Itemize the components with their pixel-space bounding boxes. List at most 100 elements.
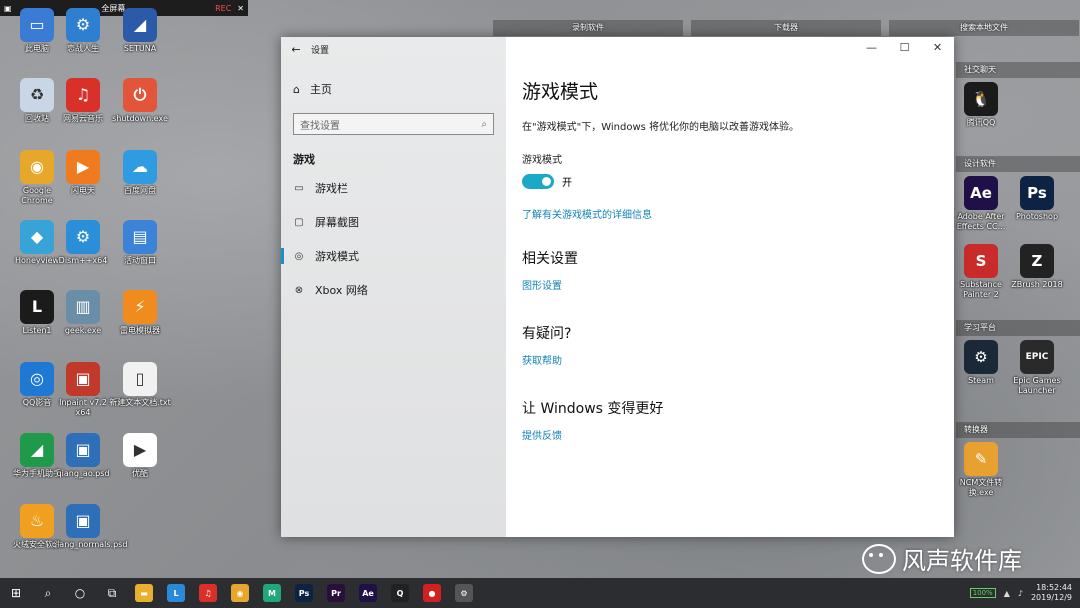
desktop-shortcut[interactable]: ▯ 新建文本文档.txt xyxy=(109,362,171,408)
taskbar-app[interactable]: Pr xyxy=(320,578,352,608)
recorder-rec-indicator[interactable]: REC xyxy=(215,4,231,13)
fence-header[interactable]: 转换器 xyxy=(956,422,1080,438)
home-nav[interactable]: ⌂ 主页 xyxy=(281,75,506,103)
taskbar-app[interactable]: M xyxy=(256,578,288,608)
recorder-close-icon[interactable]: ✕ xyxy=(237,4,244,13)
desktop-shortcut[interactable]: ▶ 优酷 xyxy=(109,433,171,479)
desktop-shortcut[interactable]: ⚙ 恋战人生 xyxy=(52,8,114,54)
taskbar-app[interactable]: Ps xyxy=(288,578,320,608)
search-input[interactable]: 查找设置 ⌕ xyxy=(293,113,494,135)
section-heading: 游戏 xyxy=(293,153,315,166)
recycle-bin-icon: ♻ xyxy=(20,78,54,112)
clock-app-icon: L xyxy=(167,584,185,602)
battery-icon[interactable]: 100% xyxy=(969,588,996,598)
clock[interactable]: 18:52:44 2019/12/9 xyxy=(1031,583,1072,603)
back-arrow-icon[interactable]: ← xyxy=(281,43,311,56)
nav-xbox-network[interactable]: ⊗ Xbox 网络 xyxy=(281,273,506,307)
settings-window: ← 设置 ⌂ 主页 查找设置 ⌕ 游戏 ▭ 游戏栏 ▢ 屏幕截图 ◎ 游戏模式 … xyxy=(281,37,954,537)
huawei-icon: ◢ xyxy=(20,433,54,467)
fence-shortcut[interactable]: S Substance Painter 2 xyxy=(950,244,1012,300)
qq-player-icon: ◎ xyxy=(20,362,54,396)
chrome-icon: ◉ xyxy=(20,150,54,184)
home-icon: ⌂ xyxy=(293,82,300,96)
taskbar-app[interactable]: ◉ xyxy=(224,578,256,608)
learn-more-link[interactable]: 了解有关游戏模式的详细信息 xyxy=(522,206,652,221)
shortcut-label: 新建文本文档.txt xyxy=(109,398,171,407)
trash-can-icon: ▥ xyxy=(66,290,100,324)
nav-label: 屏幕截图 xyxy=(315,216,359,229)
desktop-shortcut[interactable]: ▣ qiang_ao.psd xyxy=(52,433,114,479)
desktop-shortcut[interactable]: ◢ SETUNA xyxy=(109,8,171,54)
fence-header[interactable]: 录制软件 xyxy=(493,20,683,36)
fence-shortcut[interactable]: ✎ NCM文件转换.exe xyxy=(950,442,1012,498)
desktop-shortcut[interactable]: ▣ qiang_normals.psd xyxy=(52,504,127,550)
shortcut-label: NCM文件转换.exe xyxy=(959,478,1003,497)
desktop-shortcut[interactable]: ⚡ 雷电模拟器 xyxy=(109,290,171,336)
graphics-settings-link[interactable]: 图形设置 xyxy=(522,277,562,292)
nav-game-mode[interactable]: ◎ 游戏模式 xyxy=(281,239,506,273)
desktop-shortcut[interactable]: ⏻ shutdown.exe xyxy=(109,78,171,124)
fence-shortcut[interactable]: ⚙ Steam xyxy=(950,340,1012,386)
start-button[interactable]: ⊞ xyxy=(0,578,32,608)
huorong-icon: ♨ xyxy=(20,504,54,538)
taskbar-app[interactable]: Q xyxy=(384,578,416,608)
desktop-shortcut[interactable]: ▶ 闪电天 xyxy=(52,150,114,196)
taskbar-app[interactable]: ⚙ xyxy=(448,578,480,608)
taskbar-app[interactable]: Ae xyxy=(352,578,384,608)
network-icon[interactable]: ▲ xyxy=(1004,589,1010,598)
desktop-shortcut[interactable]: ⚙ Dism++x64 xyxy=(52,220,114,266)
minimize-icon[interactable]: — xyxy=(855,37,888,59)
file-explorer-icon: ▬ xyxy=(135,584,153,602)
desktop-shortcut[interactable]: ☁ 百度网盘 xyxy=(109,150,171,196)
nav-game-bar[interactable]: ▭ 游戏栏 xyxy=(281,171,506,205)
shutdown-icon: ⏻ xyxy=(123,78,157,112)
listen1-icon: L xyxy=(20,290,54,324)
fence-header[interactable]: 学习平台 xyxy=(956,320,1080,336)
search-icon[interactable]: ⌕ xyxy=(481,119,487,130)
home-label: 主页 xyxy=(309,83,332,96)
honeyview-icon: ◆ xyxy=(20,220,54,254)
taskbar-app[interactable]: ● xyxy=(416,578,448,608)
close-icon[interactable]: ✕ xyxy=(921,37,954,59)
shortcut-label: 恋战人生 xyxy=(67,44,99,53)
fence-header[interactable]: 设计软件 xyxy=(956,156,1080,172)
shortcut-label: Epic Games Launcher xyxy=(1013,376,1061,395)
youku-icon: ▶ xyxy=(123,433,157,467)
get-help-link[interactable]: 获取帮助 xyxy=(522,352,562,367)
task-view-icon[interactable]: ⧉ xyxy=(96,578,128,608)
fence-shortcut[interactable]: Ae Adobe After Effects CC... xyxy=(950,176,1012,232)
search-icon[interactable]: ⌕ xyxy=(32,578,64,608)
maximize-icon[interactable]: ☐ xyxy=(888,37,921,59)
fence-header[interactable]: 社交聊天 xyxy=(956,62,1080,78)
taskbar-app[interactable]: ▬ xyxy=(128,578,160,608)
desktop-shortcut[interactable]: ▥ geek.exe xyxy=(52,290,114,336)
taskbar-app[interactable]: L xyxy=(160,578,192,608)
desktop-shortcut[interactable]: ♫ 网易云音乐 xyxy=(52,78,114,124)
desktop-shortcut[interactable]: ▣ Inpaint v7.2 x64 xyxy=(52,362,114,418)
nav-label: 游戏模式 xyxy=(315,250,359,263)
fence-shortcut[interactable]: Ps Photoshop xyxy=(1006,176,1068,222)
fence-shortcut[interactable]: 🐧 腾讯QQ xyxy=(950,82,1012,128)
question-heading: 有疑问? xyxy=(522,326,572,342)
volume-icon[interactable]: ♪ xyxy=(1018,589,1023,598)
watermark: 风声软件库 xyxy=(862,541,1022,576)
watermark-text: 风声软件库 xyxy=(902,547,1022,575)
fence-shortcut[interactable]: EPIC Epic Games Launcher xyxy=(1006,340,1068,396)
nav-captures[interactable]: ▢ 屏幕截图 xyxy=(281,205,506,239)
cortana-icon[interactable]: ○ xyxy=(64,578,96,608)
fence-shortcut[interactable]: Z ZBrush 2018 xyxy=(1006,244,1068,290)
desktop-shortcut[interactable]: ▤ 活动窗口 xyxy=(109,220,171,266)
shortcut-label: qiang_ao.psd xyxy=(56,469,110,478)
feedback-link[interactable]: 提供反馈 xyxy=(522,427,562,442)
gears-icon: ⚙ xyxy=(66,220,100,254)
nav-label: Xbox 网络 xyxy=(315,284,368,297)
page-title: 游戏模式 xyxy=(522,81,599,103)
settings-content: — ☐ ✕ 游戏模式 在"游戏模式"下，Windows 将优化你的电脑以改善游戏… xyxy=(506,37,954,537)
fence-header[interactable]: 搜索本地文件 xyxy=(889,20,1079,36)
epic-games-icon: EPIC xyxy=(1020,340,1054,374)
fence-header[interactable]: 下载器 xyxy=(691,20,881,36)
game-mode-toggle[interactable] xyxy=(522,174,554,189)
taskbar-app[interactable]: ♫ xyxy=(192,578,224,608)
game-mode-toggle-label: 游戏模式 xyxy=(522,155,562,166)
page-description: 在"游戏模式"下，Windows 将优化你的电脑以改善游戏体验。 xyxy=(522,122,800,133)
